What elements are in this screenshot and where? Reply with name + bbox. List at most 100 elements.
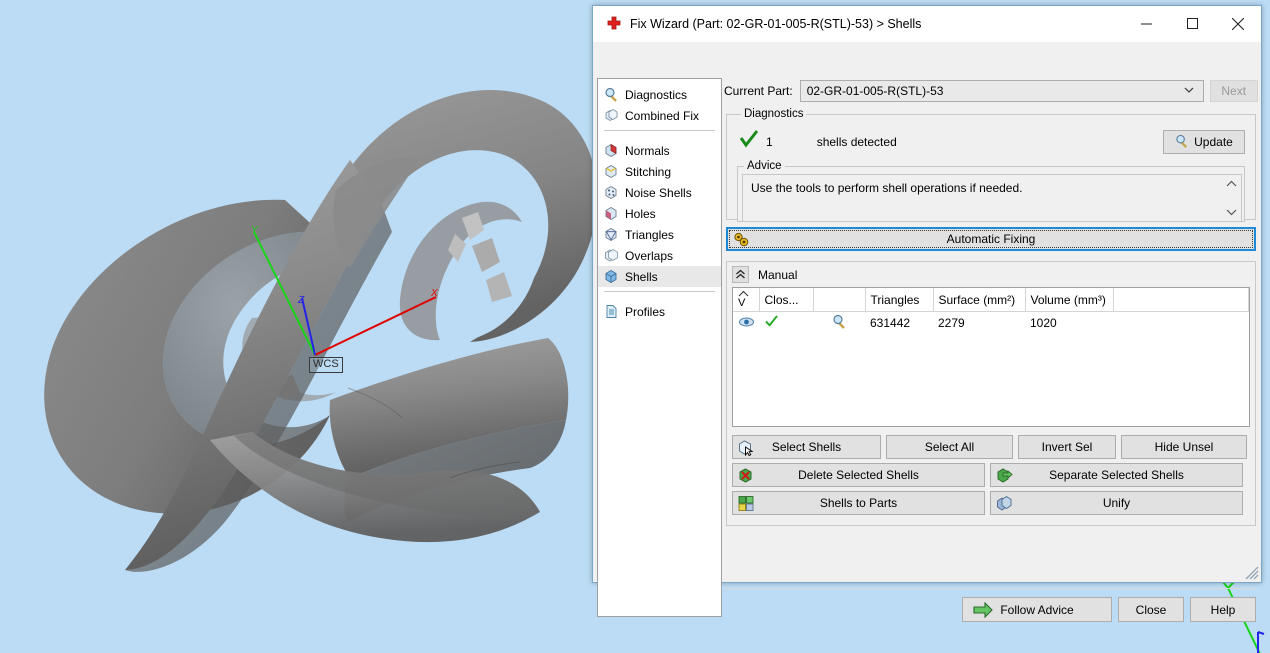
diagnostics-group: Diagnostics 1 shells detected Update Adv…	[726, 108, 1256, 222]
shell-select-buttons: Select Shells Select All Invert Sel Hide…	[732, 435, 1250, 459]
y-axis	[253, 231, 316, 356]
advice-scrollbar[interactable]	[1223, 176, 1240, 222]
magnifier-icon	[604, 87, 625, 102]
shell-action-buttons-2: Shells to Parts Unify	[732, 491, 1250, 515]
help-button[interactable]: Help	[1190, 597, 1256, 622]
column-volume[interactable]: Volume (mm³)	[1025, 288, 1114, 312]
column-surface[interactable]: Surface (mm²)	[933, 288, 1026, 312]
wcs-label: WCS	[309, 357, 343, 373]
tree-item-label: Shells	[625, 269, 658, 284]
automatic-fixing-label: Automatic Fixing	[946, 232, 1036, 246]
column-visibility[interactable]: V	[733, 288, 760, 312]
column-zoom[interactable]	[813, 288, 866, 312]
shell-action-buttons-1: Delete Selected Shells Separate Selected…	[732, 463, 1250, 487]
tree-item-label: Stitching	[625, 164, 672, 179]
tree-item-overlaps[interactable]: Overlaps	[598, 245, 721, 266]
column-visibility-label: V	[738, 297, 746, 309]
column-closed[interactable]: Clos...	[759, 288, 814, 312]
tree-separator	[604, 291, 715, 292]
cube-overlap-icon	[604, 248, 625, 263]
tree-item-label: Triangles	[625, 227, 674, 242]
cube-cursor-icon	[738, 439, 755, 459]
close-button[interactable]: Close	[1118, 597, 1184, 622]
tree-separator	[604, 130, 715, 131]
dialog-title: Fix Wizard (Part: 02-GR-01-005-R(STL)-53…	[630, 16, 922, 31]
fix-wizard-dialog[interactable]: Fix Wizard (Part: 02-GR-01-005-R(STL)-53…	[592, 5, 1262, 622]
tree-item-label: Diagnostics	[625, 87, 688, 102]
tree-item-stitching[interactable]: Stitching	[598, 161, 721, 182]
update-button-label: Update	[1194, 135, 1233, 149]
manual-label: Manual	[758, 267, 798, 282]
diagnostics-legend: Diagnostics	[744, 108, 804, 120]
shells-to-parts-button[interactable]: Shells to Parts	[732, 491, 985, 515]
cube-dotted-icon	[604, 185, 625, 200]
next-button[interactable]: Next	[1209, 80, 1258, 102]
tree-item-noise-shells[interactable]: Noise Shells	[598, 182, 721, 203]
hide-unsel-button[interactable]: Hide Unsel	[1121, 435, 1247, 459]
cube-yellow-icon	[604, 164, 625, 179]
tree-item-profiles[interactable]: Profiles	[598, 301, 721, 322]
tree-item-label: Normals	[625, 143, 670, 158]
delete-selected-shells-label: Delete Selected Shells	[798, 468, 919, 482]
advice-legend: Advice	[747, 160, 782, 172]
tree-item-label: Overlaps	[625, 248, 674, 263]
window-controls[interactable]	[1123, 6, 1261, 42]
tree-item-label: Noise Shells	[625, 185, 692, 200]
tree-item-normals[interactable]: Normals	[598, 140, 721, 161]
green-check-icon	[759, 311, 813, 334]
close-button[interactable]	[1215, 6, 1261, 42]
resize-grip[interactable]	[1245, 566, 1259, 580]
current-part-label: Current Part:	[724, 84, 793, 98]
cubes-merge-icon	[996, 495, 1013, 515]
select-shells-button[interactable]: Select Shells	[732, 435, 881, 459]
cube-triangles-icon	[604, 227, 625, 242]
shells-count: 1	[766, 135, 773, 149]
table-header-row: V Clos... Triangles Surface (mm²) Volume…	[733, 288, 1249, 312]
delete-selected-shells-button[interactable]: Delete Selected Shells	[732, 463, 985, 487]
z-axis	[301, 297, 316, 356]
wizard-tree-panel[interactable]: Diagnostics Combined Fix Normals Stitchi…	[597, 78, 722, 617]
cube-red-icon	[604, 143, 625, 158]
current-part-row: Current Part: 02-GR-01-005-R(STL)-53 Nex…	[724, 80, 1258, 102]
update-button[interactable]: Update	[1163, 130, 1245, 154]
wcs-axis-triad	[253, 231, 437, 356]
dialog-titlebar[interactable]: Fix Wizard (Part: 02-GR-01-005-R(STL)-53…	[593, 6, 1261, 42]
cube-delete-icon	[738, 467, 755, 487]
shells-detected-label: shells detected	[816, 135, 897, 149]
chevron-double-up-icon[interactable]	[732, 266, 749, 283]
table-row[interactable]: 631442 2279 1020	[733, 311, 1249, 334]
shells-to-parts-label: Shells to Parts	[819, 496, 898, 510]
diagnostics-row: 1 shells detected Update	[735, 120, 1247, 160]
advice-textbox[interactable]: Use the tools to perform shell operation…	[742, 174, 1242, 222]
shells-table[interactable]: V Clos... Triangles Surface (mm²) Volume…	[732, 287, 1250, 427]
scroll-down-icon[interactable]	[1226, 207, 1237, 219]
tree-item-diagnostics[interactable]: Diagnostics	[598, 84, 721, 105]
cube-blue-icon	[604, 269, 625, 284]
document-icon	[604, 304, 625, 319]
minimize-button[interactable]	[1123, 6, 1169, 42]
current-part-dropdown[interactable]: 02-GR-01-005-R(STL)-53	[799, 80, 1204, 102]
tree-item-holes[interactable]: Holes	[598, 203, 721, 224]
magnifier-icon[interactable]	[813, 311, 865, 334]
follow-advice-button[interactable]: Follow Advice	[962, 597, 1112, 622]
y-axis-letter: Y	[251, 225, 258, 236]
cube-hole-icon	[604, 206, 625, 221]
select-all-button[interactable]: Select All	[886, 435, 1013, 459]
tree-item-shells[interactable]: Shells	[598, 266, 721, 287]
manual-group: Manual V Clos... Triangles Surface (mm²)…	[726, 261, 1256, 526]
unify-button[interactable]: Unify	[990, 491, 1243, 515]
gears-icon	[733, 232, 751, 251]
advice-group: Advice Use the tools to perform shell op…	[737, 160, 1245, 222]
column-triangles[interactable]: Triangles	[865, 288, 934, 312]
tree-item-triangles[interactable]: Triangles	[598, 224, 721, 245]
eye-icon[interactable]	[733, 311, 759, 334]
cube-arrow-icon	[996, 467, 1013, 487]
unify-label: Unify	[1102, 496, 1131, 510]
separate-selected-shells-button[interactable]: Separate Selected Shells	[990, 463, 1243, 487]
invert-sel-button[interactable]: Invert Sel	[1018, 435, 1116, 459]
scroll-up-icon[interactable]	[1226, 179, 1237, 191]
automatic-fixing-button[interactable]: Automatic Fixing	[726, 227, 1256, 251]
cell-surface: 2279	[933, 311, 1025, 334]
tree-item-combined-fix[interactable]: Combined Fix	[598, 105, 721, 126]
maximize-button[interactable]	[1169, 6, 1215, 42]
